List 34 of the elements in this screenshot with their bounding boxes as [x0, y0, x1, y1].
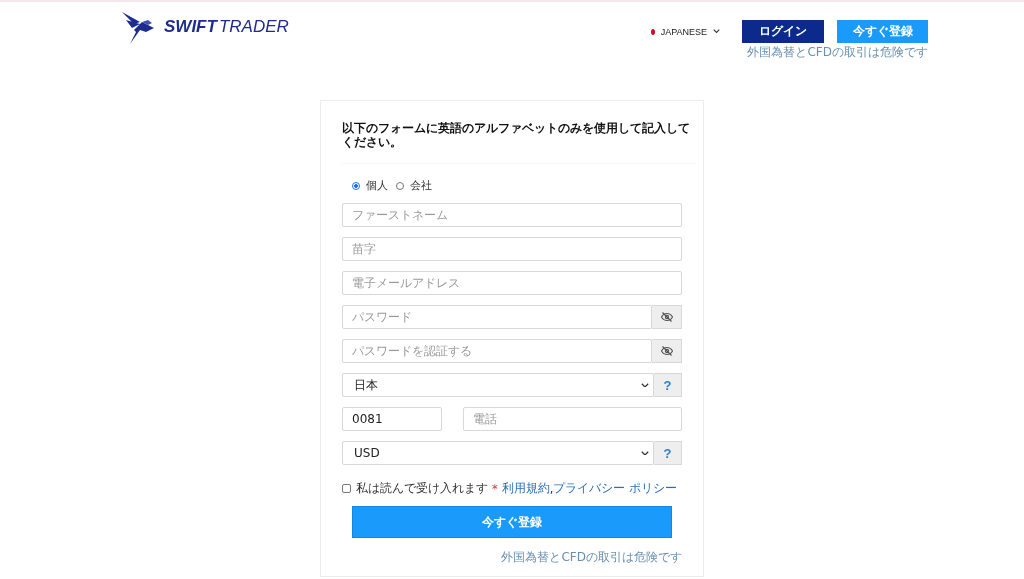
chevron-down-icon — [641, 450, 649, 456]
privacy-link[interactable]: プライバシー ポリシー — [553, 481, 678, 496]
visibility-toggle[interactable] — [652, 339, 682, 363]
eye-slash-icon — [660, 346, 673, 356]
chevron-down-icon — [713, 29, 720, 34]
terms-text: 私は読んで受け入れます — [356, 481, 488, 496]
required-mark: * — [492, 481, 498, 496]
help-button[interactable]: ? — [654, 373, 682, 397]
visibility-toggle[interactable] — [652, 305, 682, 329]
password-field[interactable]: パスワード — [342, 305, 652, 329]
logo-text: SWIFT — [164, 17, 217, 37]
terms-checkbox[interactable] — [342, 484, 351, 493]
account-type-radio[interactable]: 個人 — [352, 178, 388, 193]
login-button[interactable]: ログイン — [742, 20, 824, 43]
phone-field[interactable]: 電話 — [463, 407, 682, 431]
chevron-down-icon — [641, 382, 649, 388]
help-button[interactable]: ? — [654, 441, 682, 465]
password-field[interactable]: パスワードを認証する — [342, 339, 652, 363]
country-code-field[interactable]: 0081 — [342, 407, 442, 431]
language-selector[interactable]: JAPANESE — [650, 26, 720, 37]
separator: , — [549, 481, 554, 496]
flag-icon — [650, 28, 655, 35]
text-field[interactable]: ファーストネーム — [342, 203, 682, 227]
logo-text: TRADER — [218, 17, 289, 37]
terms-link[interactable]: 利用規約 — [501, 481, 550, 496]
text-field[interactable]: 電子メールアドレス — [342, 271, 682, 295]
select-field[interactable]: 日本 — [342, 373, 654, 397]
risk-warning: 外国為替とCFDの取引は危険です — [501, 549, 682, 566]
account-type-radio[interactable]: 会社 — [396, 178, 432, 193]
select-field[interactable]: USD — [342, 441, 654, 465]
form-heading: 以下のフォームに英語のアルファベットのみを使用して記入してください。 — [342, 121, 696, 164]
risk-warning: 外国為替とCFDの取引は危険です — [747, 44, 928, 61]
eye-slash-icon — [660, 312, 673, 322]
text-field[interactable]: 苗字 — [342, 237, 682, 261]
